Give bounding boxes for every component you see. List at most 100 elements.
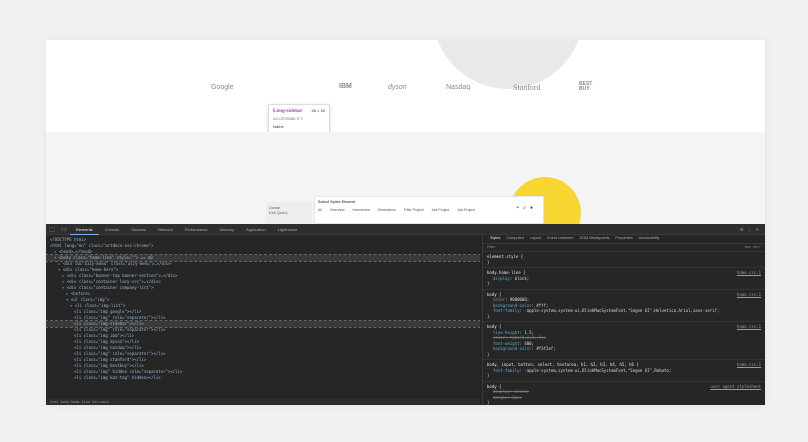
- rule-source-link[interactable]: home.css:1: [737, 324, 761, 330]
- tooltip-size: 55 × 40: [311, 108, 325, 113]
- tab-console[interactable]: Console: [99, 224, 126, 235]
- rule-source-link[interactable]: home.css:1: [737, 270, 761, 276]
- tab-layout[interactable]: Layout: [527, 236, 544, 242]
- mini-sidebar-sub: Exit Query: [269, 210, 288, 215]
- search-icon[interactable]: ⌕: [523, 205, 526, 211]
- css-value[interactable]: 8px;: [512, 395, 522, 400]
- style-rule: body.home-line {home.css:1 display: block…: [483, 268, 765, 290]
- css-value[interactable]: #f3f2ef;: [536, 346, 555, 351]
- rule-source-link[interactable]: home.css:1: [737, 292, 761, 298]
- elements-tree: <!DOCTYPE html> <html lang="en" class="a…: [46, 235, 480, 399]
- tab-dom-breakpoints[interactable]: DOM Breakpoints: [576, 236, 612, 242]
- elements-breadcrumb[interactable]: html body.home-line div.main: [46, 399, 480, 405]
- settings-icon[interactable]: ⚙: [740, 227, 744, 232]
- mini-card: Scaled Spline Element All Overview Inven…: [314, 196, 544, 224]
- rule-close-brace: }: [487, 281, 490, 286]
- css-property[interactable]: background-color: [493, 346, 532, 351]
- logo-google: Google: [211, 84, 234, 91]
- css-value[interactable]: #fff;: [536, 303, 548, 308]
- css-value[interactable]: #000000;: [510, 297, 529, 302]
- tab-sources[interactable]: Sources: [125, 224, 152, 235]
- more-icon[interactable]: ⋮: [748, 227, 752, 232]
- rule-close-brace: }: [487, 313, 490, 319]
- logo-nasdaq: Nasdaq: [446, 84, 471, 91]
- styles-filter-input[interactable]: Filter: [487, 245, 495, 251]
- tab-elements[interactable]: Elements: [70, 224, 99, 235]
- mini-card-icons: + ⌕ ●: [516, 205, 533, 211]
- rule-close-brace: }: [487, 351, 490, 357]
- tab-lighthouse[interactable]: Lighthouse: [272, 224, 304, 235]
- css-property[interactable]: background-color: [493, 303, 532, 308]
- style-rule: body {home.css:1 color: #000000; backgroun…: [483, 290, 765, 322]
- tab-event-listeners[interactable]: Event Listeners: [544, 236, 576, 242]
- style-rule: body {home.css:1 line-height: 1.5; color: …: [483, 322, 765, 360]
- rule-close-brace: }: [487, 373, 490, 378]
- tooltip-name-label: Name: [273, 124, 284, 129]
- devtools-panel: ⬚ ▭ Elements Console Sources Network Per…: [46, 224, 765, 405]
- mini-tab[interactable]: Ask Project: [457, 208, 475, 212]
- mini-card-title: Scaled Spline Element: [318, 200, 356, 204]
- mini-tab[interactable]: Filter Project: [404, 208, 424, 212]
- mini-sidebar: Dusse Exit Query: [266, 202, 312, 224]
- mini-tab[interactable]: Overview: [330, 208, 345, 212]
- tab-accessibility[interactable]: Accessibility: [636, 236, 663, 242]
- device-toggle-icon[interactable]: ▭: [58, 226, 70, 233]
- mini-tab[interactable]: Inventories: [352, 208, 369, 212]
- css-property[interactable]: font-family: [493, 368, 520, 373]
- css-property[interactable]: color: [493, 297, 505, 302]
- mini-tab[interactable]: All: [318, 208, 322, 212]
- css-property[interactable]: display: [493, 389, 510, 394]
- css-property[interactable]: font-family: [493, 308, 520, 313]
- company-logos: Google IBM dyson Nasdaq Stanford BEST BU…: [46, 80, 765, 135]
- devtools-right-icons: ⚙ ⋮ ✕: [740, 227, 765, 232]
- tab-styles[interactable]: Styles: [487, 236, 503, 242]
- css-value[interactable]: 400;: [524, 341, 534, 346]
- rule-source-link[interactable]: home.css:1: [737, 362, 761, 368]
- tab-properties[interactable]: Properties: [612, 236, 635, 242]
- logo-stanford: Stanford: [513, 83, 541, 92]
- style-rule: body {user agent stylesheet display: bloc…: [483, 382, 765, 406]
- css-value[interactable]: block;: [515, 276, 529, 281]
- style-rule: body, input, button, select, textarea, h…: [483, 360, 765, 382]
- css-property[interactable]: font-weight: [493, 341, 520, 346]
- css-property[interactable]: display: [493, 276, 510, 281]
- tab-performance[interactable]: Performance: [179, 224, 214, 235]
- tab-application[interactable]: Application: [240, 224, 272, 235]
- avatar[interactable]: ●: [530, 205, 533, 211]
- web-page: Google IBM dyson Nasdaq Stanford BEST BU…: [46, 40, 765, 249]
- dom-node[interactable]: <li class="img kaz-tag" hidden></li>: [46, 375, 480, 381]
- tooltip-element: li.img-sidebar: [273, 108, 303, 113]
- tab-network[interactable]: Network: [152, 224, 179, 235]
- browser-frame: Google IBM dyson Nasdaq Stanford BEST BU…: [46, 40, 765, 405]
- css-value[interactable]: rgba(0,0,0,.9);: [510, 335, 546, 340]
- mini-tab[interactable]: Ask Project: [432, 208, 450, 212]
- css-property[interactable]: margin: [493, 395, 507, 400]
- devtools-tabbar: ⬚ ▭ Elements Console Sources Network Per…: [46, 224, 765, 235]
- styles-pane: Styles Computed Layout Event Listeners D…: [482, 235, 765, 405]
- rule-close-brace: }: [487, 259, 490, 265]
- style-rule: element.style {}: [483, 252, 765, 268]
- css-value[interactable]: -apple-system,system-ui,BlinkMacSystemFo…: [524, 308, 719, 313]
- css-value[interactable]: -apple-system,system-ui,BlinkMacSystemFo…: [524, 368, 671, 373]
- styles-filter-tools[interactable]: :hov .cls +: [744, 245, 761, 251]
- css-property[interactable]: line-height: [493, 330, 520, 335]
- logo-dyson: dyson: [388, 84, 407, 91]
- close-icon[interactable]: ✕: [756, 227, 759, 232]
- styles-filter-row: Filter :hov .cls +: [483, 244, 765, 252]
- tooltip-section: ACCESSIBILITY: [273, 116, 303, 121]
- style-rules: element.style {} body.home-line {home.css…: [483, 252, 765, 405]
- css-property[interactable]: color: [493, 335, 505, 340]
- css-value[interactable]: 1.5;: [524, 330, 534, 335]
- css-value[interactable]: block;: [515, 389, 529, 394]
- add-icon[interactable]: +: [516, 205, 519, 211]
- mini-card-tabs: All Overview Inventories Dimensions Filt…: [318, 208, 540, 212]
- tab-memory[interactable]: Memory: [214, 224, 240, 235]
- mini-tab[interactable]: Dimensions: [378, 208, 396, 212]
- logo-bestbuy: BEST BUY: [579, 81, 593, 92]
- rule-source-link[interactable]: user agent stylesheet: [710, 384, 761, 390]
- logo-ibm: IBM: [339, 83, 352, 90]
- tab-computed[interactable]: Computed: [503, 236, 527, 242]
- inspect-icon[interactable]: ⬚: [46, 226, 58, 233]
- rule-close-brace: }: [487, 400, 490, 405]
- styles-tabbar: Styles Computed Layout Event Listeners D…: [483, 235, 765, 244]
